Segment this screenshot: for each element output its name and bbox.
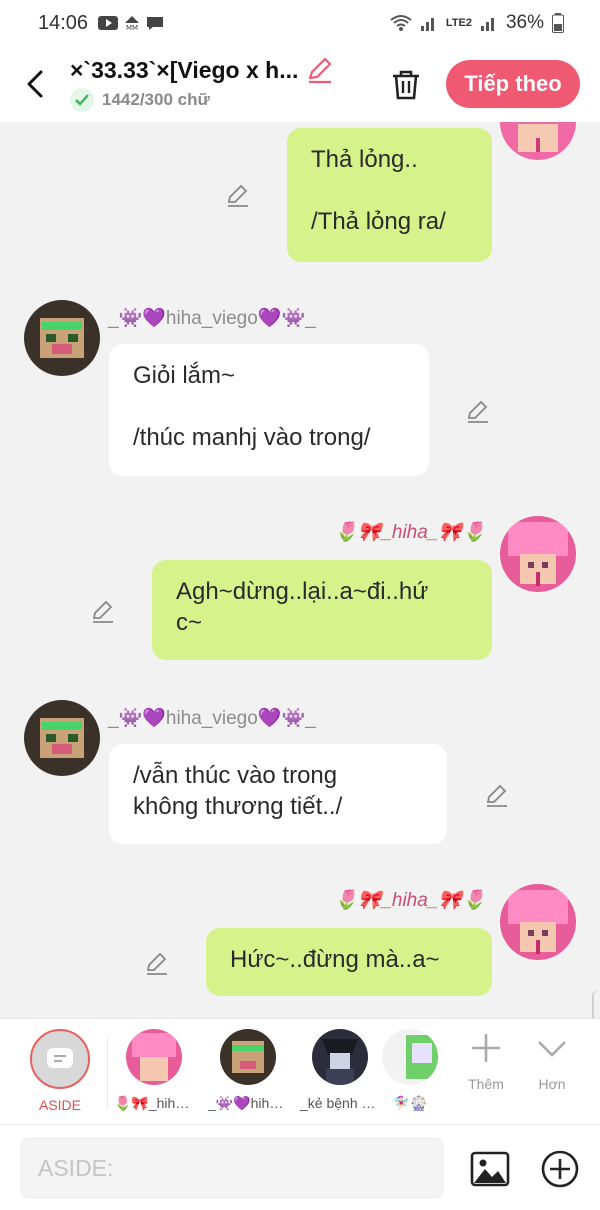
character-avatar — [220, 1029, 276, 1085]
chat-area[interactable]: Thả lỏng.. /Thả lỏng ra/ _👾💜hiha_viego💜👾… — [0, 122, 600, 1018]
edit-message-icon[interactable] — [225, 182, 251, 208]
mm-icon: MM — [125, 16, 140, 31]
more-button[interactable]: Hơn — [522, 1031, 582, 1092]
character-item[interactable]: 🧚🏻‍♀️🎡 — [382, 1029, 438, 1112]
more-label: Hơn — [538, 1076, 566, 1092]
edit-message-icon[interactable] — [90, 598, 116, 624]
add-character-button[interactable]: Thêm — [456, 1031, 516, 1092]
edit-message-icon[interactable] — [144, 950, 170, 976]
character-avatar — [382, 1029, 438, 1085]
back-button[interactable] — [0, 46, 70, 122]
avatar-viego[interactable] — [24, 300, 100, 376]
story-header: ×`33.33`×[Viego x h... 1442/300 chữ Tiếp… — [0, 46, 600, 122]
character-avatar — [126, 1029, 182, 1085]
svg-text:MM: MM — [126, 24, 138, 31]
signal-icon — [420, 18, 434, 31]
delete-button[interactable] — [382, 60, 430, 108]
input-bar — [0, 1124, 600, 1210]
word-count: 1442/300 chữ — [102, 90, 210, 109]
battery-icon — [552, 13, 564, 33]
image-icon[interactable] — [470, 1151, 510, 1187]
avatar-me[interactable] — [500, 122, 576, 160]
youtube-icon — [98, 16, 119, 30]
signal-icon-2 — [480, 18, 494, 31]
next-button[interactable]: Tiếp theo — [446, 60, 580, 108]
character-label: 🧚🏻‍♀️🎡 — [392, 1095, 428, 1111]
sender-name: _👾💜hiha_viego💜👾_ — [108, 308, 316, 329]
message-bubble-them[interactable]: /vẫn thúc vào trong không thương tiết../ — [109, 744, 447, 844]
character-item[interactable]: 🌷🎀_hiha_🎀🌷 — [114, 1029, 194, 1112]
message-input[interactable] — [20, 1137, 444, 1199]
aside-button[interactable] — [30, 1029, 90, 1089]
character-avatar — [312, 1029, 368, 1085]
character-tray: ASIDE 🌷🎀_hiha_🎀🌷 _👾💜hiha_viego💜👾_ _kẻ bệ… — [0, 1018, 600, 1124]
character-label: 🌷🎀_hiha_🎀🌷 — [114, 1095, 194, 1111]
sender-name-me: 🌷🎀_hiha_🎀🌷 — [334, 890, 486, 911]
back-arrow-icon — [27, 70, 43, 98]
edit-message-icon[interactable] — [465, 398, 491, 424]
character-label: _👾💜hiha_viego💜👾_ — [208, 1095, 288, 1111]
avatar-me[interactable] — [500, 884, 576, 960]
message-bubble-me[interactable]: Thả lỏng.. /Thả lỏng ra/ — [287, 128, 492, 262]
aside-icon — [47, 1048, 73, 1068]
edit-title-icon[interactable] — [306, 56, 334, 84]
tray-divider — [107, 1037, 108, 1109]
edit-message-icon[interactable] — [484, 782, 510, 808]
trash-icon — [393, 70, 419, 100]
check-icon — [70, 88, 94, 112]
chevron-down-icon — [538, 1041, 566, 1057]
add-label: Thêm — [468, 1076, 504, 1092]
status-time: 14:06 — [38, 11, 89, 34]
sender-name-me: 🌷🎀_hiha_🎀🌷 — [334, 522, 486, 543]
wifi-icon — [390, 15, 412, 31]
message-bubble-them[interactable]: Giỏi lắm~ /thúc manhj vào trong/ — [109, 344, 429, 476]
battery-percent: 36% — [505, 12, 544, 33]
sender-name: _👾💜hiha_viego💜👾_ — [108, 708, 316, 729]
character-item[interactable]: _kẻ bệnh hoạn_ — [300, 1029, 380, 1111]
add-circle-icon[interactable] — [540, 1149, 580, 1189]
character-item[interactable]: _👾💜hiha_viego💜👾_ — [208, 1029, 288, 1112]
message-bubble-me[interactable]: Agh~dừng..lại..a~đi..hứ c~ — [152, 560, 492, 660]
network-type: LTE2 — [445, 17, 472, 29]
message-icon — [147, 17, 164, 30]
story-title[interactable]: ×`33.33`×[Viego x h... — [70, 57, 298, 84]
aside-label: ASIDE — [38, 1097, 81, 1113]
status-bar: 14:06 MM LTE2 36% — [0, 0, 600, 46]
plus-icon — [472, 1034, 500, 1062]
avatar-me[interactable] — [500, 516, 576, 592]
message-bubble-me[interactable]: Hức~..đừng mà..a~ — [206, 928, 492, 996]
character-label: _kẻ bệnh hoạn_ — [300, 1095, 380, 1111]
avatar-viego[interactable] — [24, 700, 100, 776]
